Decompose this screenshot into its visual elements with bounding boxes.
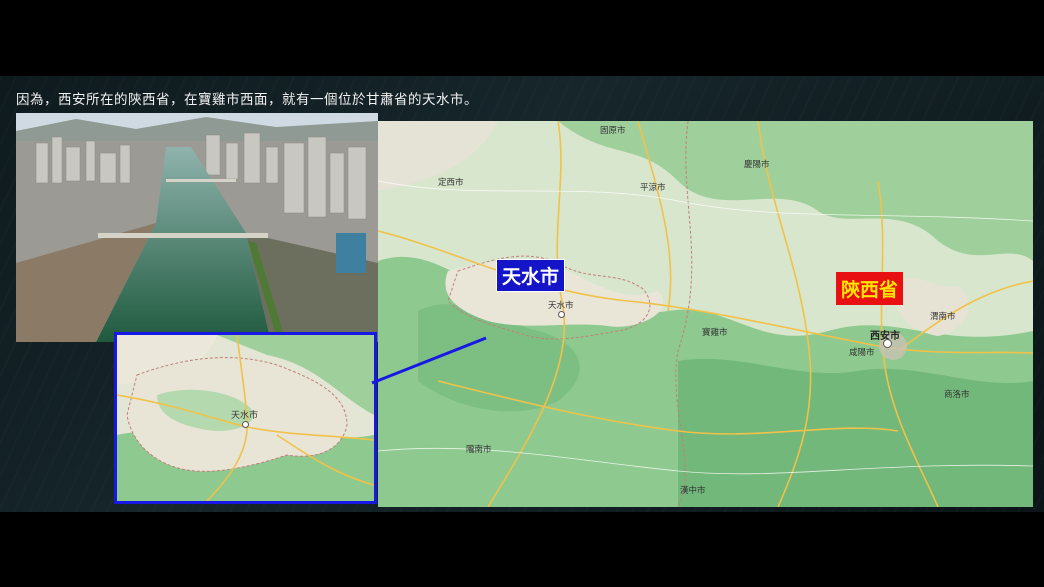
city-label-pingliang: 平涼市 [640,183,666,193]
city-label-longnan: 隴南市 [466,445,492,455]
city-label-tianshui: 天水市 [548,301,574,311]
city-label-dingxi: 定西市 [438,178,464,188]
city-aerial-photo [16,113,378,342]
city-label-shangluo: 商洛市 [944,390,970,400]
tianshui-highlight-label: 天水市 [496,259,566,292]
city-label-guyuan: 固原市 [600,126,626,136]
inset-city-marker-tianshui [242,421,249,428]
city-marker-tianshui [558,311,565,318]
shaanxi-highlight-label: 陝西省 [836,272,904,305]
city-marker-xian [883,339,892,348]
caption-text: 因為，西安所在的陝西省，在寶雞市西面，就有一個位於甘肅省的天水市。 [16,92,478,108]
city-label-hanzhong: 漢中市 [680,486,706,496]
city-label-xianyang: 咸陽市 [849,348,875,358]
inset-city-label-tianshui: 天水市 [231,411,259,421]
city-label-qingyang: 慶陽市 [744,160,770,170]
city-label-baoji: 寶雞市 [702,328,728,338]
city-photo-illustration [16,113,378,342]
city-label-weinan: 渭南市 [930,312,956,322]
